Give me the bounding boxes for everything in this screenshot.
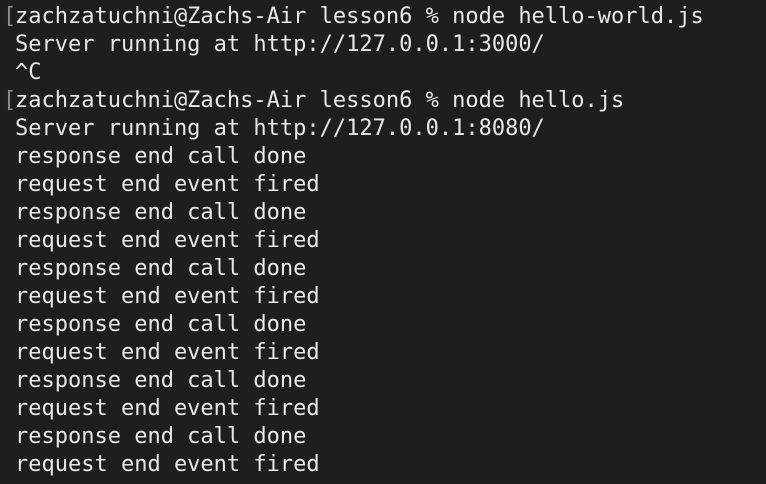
output-line: response end call done — [15, 367, 766, 395]
mark-bracket: [ — [3, 4, 17, 29]
output-text: Server running at http://127.0.0.1:8080/ — [15, 116, 545, 141]
output-line: request end event fired — [15, 451, 766, 479]
prompt-line: [zachzatuchni@Zachs-Air lesson6 % node h… — [3, 87, 766, 115]
output-line: response end call done — [15, 143, 766, 171]
output-text: request end event fired — [15, 452, 320, 477]
output-text: request end event fired — [15, 396, 320, 421]
output-line: request end event fired — [15, 171, 766, 199]
output-line: Server running at http://127.0.0.1:8080/ — [15, 115, 766, 143]
output-line: response end call done — [15, 255, 766, 283]
command-text: zachzatuchni@Zachs-Air lesson6 % node he… — [15, 4, 704, 29]
output-text: request end event fired — [15, 228, 320, 253]
output-line: Server running at http://127.0.0.1:3000/ — [15, 31, 766, 59]
output-text: response end call done — [15, 200, 307, 225]
output-line: request end event fired — [15, 283, 766, 311]
output-text: request end event fired — [15, 284, 320, 309]
output-text: request end event fired — [15, 340, 320, 365]
command-text: zachzatuchni@Zachs-Air lesson6 % node he… — [15, 88, 625, 113]
output-text: request end event fired — [15, 172, 320, 197]
output-text: response end call done — [15, 368, 307, 393]
output-line: request end event fired — [15, 339, 766, 367]
output-line: request end event fired — [15, 395, 766, 423]
output-text: response end call done — [15, 256, 307, 281]
output-line: response end call done — [15, 423, 766, 451]
mark-bracket: [ — [3, 88, 17, 113]
output-line: request end event fired — [15, 227, 766, 255]
output-text: ^C — [15, 60, 42, 85]
output-line: response end call done — [15, 311, 766, 339]
output-text: response end call done — [15, 424, 307, 449]
output-line: response end call done — [15, 199, 766, 227]
terminal-window[interactable]: [zachzatuchni@Zachs-Air lesson6 % node h… — [0, 0, 766, 484]
output-text: Server running at http://127.0.0.1:3000/ — [15, 32, 545, 57]
output-text: response end call done — [15, 312, 307, 337]
output-text: response end call done — [15, 144, 307, 169]
prompt-line: [zachzatuchni@Zachs-Air lesson6 % node h… — [3, 3, 766, 31]
output-line: ^C — [15, 59, 766, 87]
